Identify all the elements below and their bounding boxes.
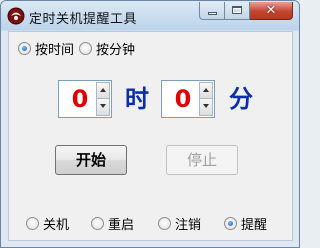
radio-by-minutes[interactable]: 按分钟 [79,39,135,58]
radio-indicator [91,217,104,230]
stop-button[interactable]: 停止 [166,145,238,175]
hours-spin-buttons [96,82,110,116]
radio-label: 按分钟 [96,43,136,58]
hours-up-button[interactable] [96,82,110,99]
radio-indicator [224,217,237,230]
radio-restart[interactable]: 重启 [91,214,134,233]
radio-label: 注销 [175,218,202,233]
minutes-up-button[interactable] [199,82,213,99]
radio-indicator [18,42,31,55]
close-icon: ✕ [265,3,277,18]
window-title: 定时关机提醒工具 [29,12,138,27]
radio-remind[interactable]: 提醒 [224,214,267,233]
hours-spinner[interactable]: 0 [58,80,112,118]
minutes-unit-label: 分 [229,85,253,113]
chevron-up-icon [203,88,209,92]
maximize-button[interactable] [225,2,250,20]
client-area: 按时间 按分钟 0 时 0 分 开始 停止 关机 重启 注销 提醒 [8,31,293,241]
radio-label: 提醒 [241,218,268,233]
app-icon[interactable] [7,7,25,25]
minimize-button[interactable] [199,2,225,20]
radio-logoff[interactable]: 注销 [158,214,201,233]
minutes-down-button[interactable] [199,99,213,116]
radio-label: 关机 [43,218,70,233]
minimize-icon [208,12,217,15]
hours-down-button[interactable] [96,99,110,116]
minutes-value[interactable]: 0 [166,81,200,117]
close-button[interactable]: ✕ [250,2,293,20]
caption-buttons: ✕ [199,2,293,20]
minutes-spin-buttons [199,82,213,116]
hours-value[interactable]: 0 [63,81,97,117]
radio-indicator [79,42,92,55]
minutes-spinner[interactable]: 0 [161,80,215,118]
maximize-icon [232,6,242,14]
hours-unit-label: 时 [125,85,149,113]
radio-indicator [158,217,171,230]
radio-by-time[interactable]: 按时间 [18,39,74,58]
chevron-down-icon [203,104,209,108]
title-bar[interactable]: 定时关机提醒工具 ✕ [1,1,299,30]
start-button[interactable]: 开始 [55,145,127,175]
chevron-up-icon [100,88,106,92]
app-window: 定时关机提醒工具 ✕ 按时间 按分钟 0 时 0 分 开始 停止 关机 重启 注… [0,0,300,248]
chevron-down-icon [100,104,106,108]
radio-label: 重启 [108,218,135,233]
radio-shutdown[interactable]: 关机 [26,214,69,233]
radio-label: 按时间 [35,43,75,58]
radio-indicator [26,217,39,230]
